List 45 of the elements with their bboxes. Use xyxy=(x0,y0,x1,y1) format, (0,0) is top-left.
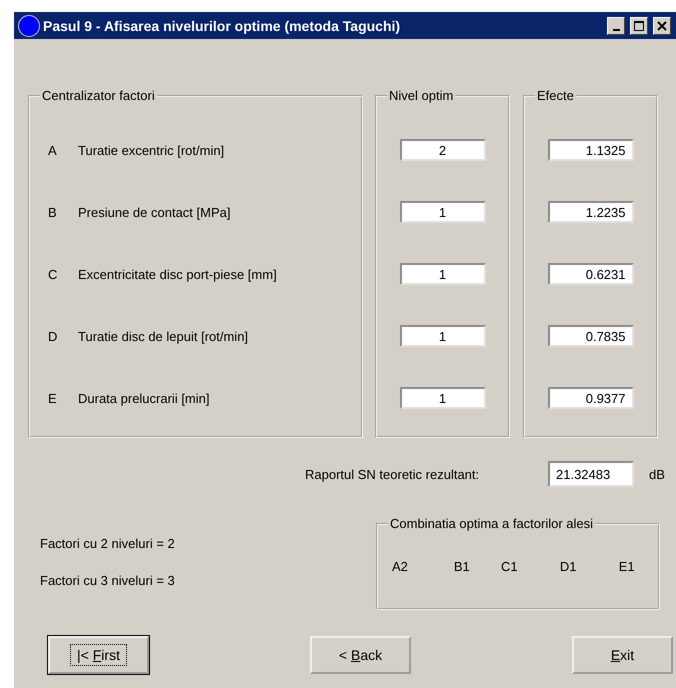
level-field[interactable]: 1 xyxy=(400,201,486,223)
level-field[interactable]: 1 xyxy=(400,387,486,409)
combination-item: C1 xyxy=(500,559,519,574)
combination-item: E1 xyxy=(618,559,636,574)
effect-field[interactable]: 0.7835 xyxy=(548,325,634,347)
effect-field[interactable]: 1.2235 xyxy=(548,201,634,223)
sn-ratio-field[interactable]: 21.32483 xyxy=(548,461,634,487)
maximize-button[interactable] xyxy=(630,16,648,34)
factor-name: Turatie disc de lepuit [rot/min] xyxy=(78,328,248,344)
factor-name: Durata prelucrarii [min] xyxy=(78,390,210,406)
level-field[interactable]: 1 xyxy=(400,325,486,347)
close-icon xyxy=(657,20,667,30)
level-field[interactable]: 2 xyxy=(400,139,486,161)
close-button[interactable] xyxy=(653,16,671,34)
effect-field[interactable]: 1.1325 xyxy=(548,139,634,161)
factor-letter: E xyxy=(47,390,58,406)
factor-letter: D xyxy=(47,328,58,344)
unit-label: dB xyxy=(649,466,665,482)
factor-letter: A xyxy=(47,142,58,158)
factor-letter: B xyxy=(47,204,58,220)
group-title: Centralizator factori xyxy=(40,88,157,103)
level-count-text: Factori cu 2 niveluri = 2 xyxy=(40,536,176,551)
app-icon xyxy=(18,14,40,36)
sn-ratio-label: Raportul SN teoretic rezultant: xyxy=(305,466,480,482)
factor-name: Turatie excentric [rot/min] xyxy=(78,142,224,158)
group-title: Combinatia optima a factorilor alesi xyxy=(388,516,596,531)
effect-field[interactable]: 0.6231 xyxy=(548,263,634,285)
group-title: Efecte xyxy=(535,88,576,103)
dialog-button[interactable]: < Back xyxy=(310,636,411,674)
level-count-text: Factori cu 3 niveluri = 3 xyxy=(40,573,176,588)
factor-name: Excentricitate disc port-piese [mm] xyxy=(78,266,277,282)
factor-name: Presiune de contact [MPa] xyxy=(78,204,230,220)
combination-item: D1 xyxy=(560,559,578,574)
window-title: Pasul 9 - Afisarea nivelurilor optime (metoda Taguchi) xyxy=(43,18,402,34)
minimize-icon xyxy=(612,28,620,30)
combination-item: B1 xyxy=(454,559,471,574)
maximize-icon xyxy=(634,20,644,30)
factor-letter: C xyxy=(47,266,58,282)
minimize-button[interactable] xyxy=(607,16,625,34)
combination-item: A2 xyxy=(392,559,409,574)
effect-field[interactable]: 0.9377 xyxy=(548,387,634,409)
dialog-button[interactable]: |< First xyxy=(48,636,149,674)
level-field[interactable]: 1 xyxy=(400,263,486,285)
dialog-button[interactable]: Exit xyxy=(572,636,673,674)
group-title: Nivel optim xyxy=(387,88,456,103)
